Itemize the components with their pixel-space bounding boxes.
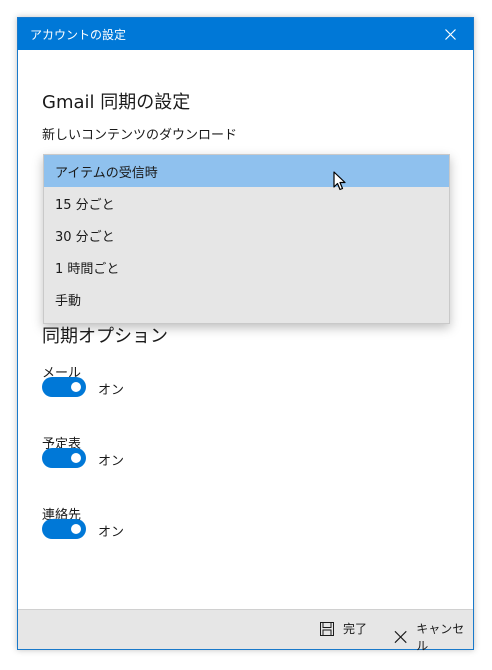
option-label: 手動 xyxy=(55,293,82,309)
download-option-15-min[interactable]: 15 分ごと xyxy=(44,187,449,219)
option-label: 30 分ごと xyxy=(55,229,115,245)
command-bar: 完了 キャンセル xyxy=(18,609,473,653)
toggle-knob xyxy=(71,524,81,534)
download-option-manual[interactable]: 手動 xyxy=(44,283,449,315)
mail-toggle[interactable] xyxy=(42,377,86,397)
option-label: アイテムの受信時 xyxy=(55,165,158,181)
sync-options-heading: 同期オプション xyxy=(42,326,168,347)
option-label: 15 分ごと xyxy=(55,197,115,213)
calendar-toggle[interactable] xyxy=(42,448,86,468)
close-button[interactable] xyxy=(427,18,473,50)
cancel-label: キャンセル xyxy=(416,622,465,653)
contacts-toggle[interactable] xyxy=(42,519,86,539)
cancel-button[interactable]: キャンセル xyxy=(394,620,473,654)
close-icon xyxy=(394,630,407,644)
save-icon xyxy=(320,621,334,636)
settings-content: Gmail 同期の設定 新しいコンテンツのダウンロード アイテムの受信時 15 … xyxy=(18,50,473,609)
calendar-toggle-state: オン xyxy=(98,454,125,469)
download-option-on-arrival[interactable]: アイテムの受信時 xyxy=(44,155,449,187)
title-bar: アカウントの設定 xyxy=(18,18,473,50)
toggle-knob xyxy=(71,453,81,463)
toggle-knob xyxy=(71,382,81,392)
page-title: Gmail 同期の設定 xyxy=(42,92,191,113)
download-option-1-hour[interactable]: 1 時間ごと xyxy=(44,251,449,283)
done-button[interactable]: 完了 xyxy=(320,620,367,637)
account-settings-window: アカウントの設定 Gmail 同期の設定 新しいコンテンツのダウンロード アイテ… xyxy=(17,17,474,653)
mouse-cursor-icon xyxy=(333,171,346,191)
close-icon xyxy=(444,28,456,40)
download-dropdown-list[interactable]: アイテムの受信時 15 分ごと 30 分ごと 1 時間ごと 手動 xyxy=(43,154,450,324)
done-label: 完了 xyxy=(343,622,368,636)
option-label: 1 時間ごと xyxy=(55,261,120,277)
contacts-toggle-state: オン xyxy=(98,525,125,540)
download-label: 新しいコンテンツのダウンロード xyxy=(42,128,238,143)
mail-toggle-state: オン xyxy=(98,383,125,398)
window-title: アカウントの設定 xyxy=(30,28,127,42)
download-option-30-min[interactable]: 30 分ごと xyxy=(44,219,449,251)
